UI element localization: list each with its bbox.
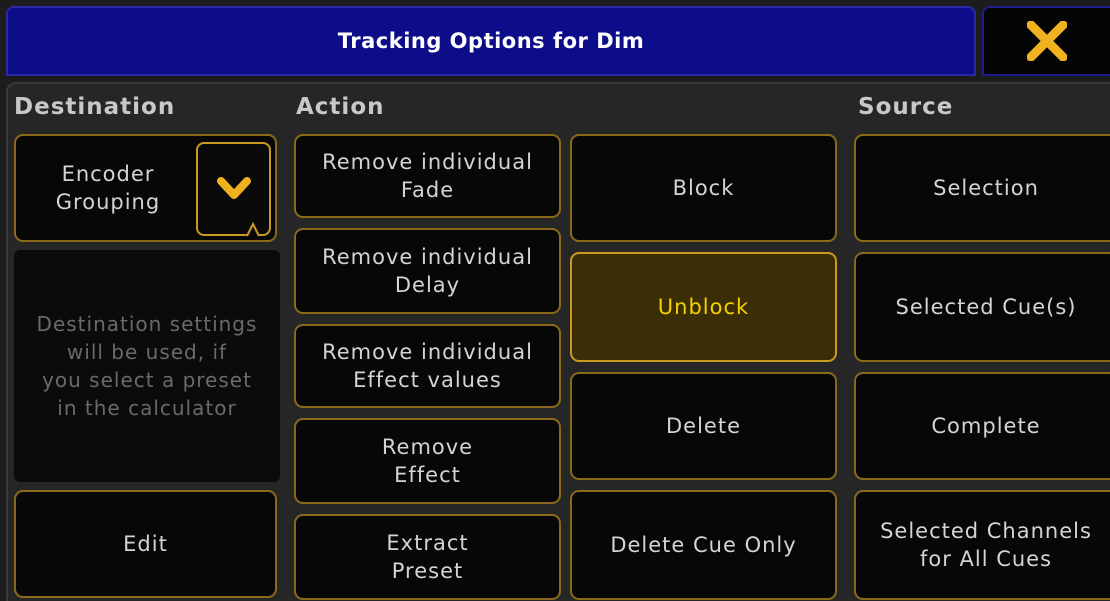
source-selection-button[interactable]: Selection — [854, 134, 1110, 242]
remove-individual-delay-button[interactable]: Remove individual Delay — [294, 228, 561, 314]
destination-dropdown-value: Encoder Grouping — [55, 162, 161, 214]
action-header: Action — [296, 94, 385, 120]
title-bar: Tracking Options for Dim — [6, 6, 976, 76]
destination-info-text: Destination settings will be used, if yo… — [14, 250, 280, 482]
corner-notch-icon — [246, 221, 260, 237]
remove-effect-button[interactable]: Remove Effect — [294, 418, 561, 504]
delete-cue-only-button[interactable]: Delete Cue Only — [570, 490, 837, 600]
destination-header: Destination — [14, 94, 176, 120]
dropdown-toggle-button[interactable] — [196, 142, 271, 237]
source-selected-channels-all-cues-button[interactable]: Selected Channels for All Cues — [854, 490, 1110, 600]
extract-preset-button[interactable]: Extract Preset — [294, 514, 561, 600]
close-button[interactable] — [982, 6, 1110, 76]
close-x-icon — [1027, 21, 1067, 61]
tracking-options-dialog: Tracking Options for Dim Destination Act… — [0, 0, 1110, 601]
destination-dropdown[interactable]: Encoder Grouping — [14, 134, 277, 242]
source-header: Source — [858, 94, 954, 120]
delete-button[interactable]: Delete — [570, 372, 837, 480]
source-selected-cues-button[interactable]: Selected Cue(s) — [854, 252, 1110, 362]
chevron-down-icon — [216, 177, 251, 199]
source-complete-button[interactable]: Complete — [854, 372, 1110, 480]
block-button[interactable]: Block — [570, 134, 837, 242]
remove-individual-fade-button[interactable]: Remove individual Fade — [294, 134, 561, 218]
edit-button[interactable]: Edit — [14, 490, 277, 598]
remove-individual-effect-values-button[interactable]: Remove individual Effect values — [294, 324, 561, 408]
unblock-button[interactable]: Unblock — [570, 252, 837, 362]
dialog-title: Tracking Options for Dim — [337, 29, 645, 53]
